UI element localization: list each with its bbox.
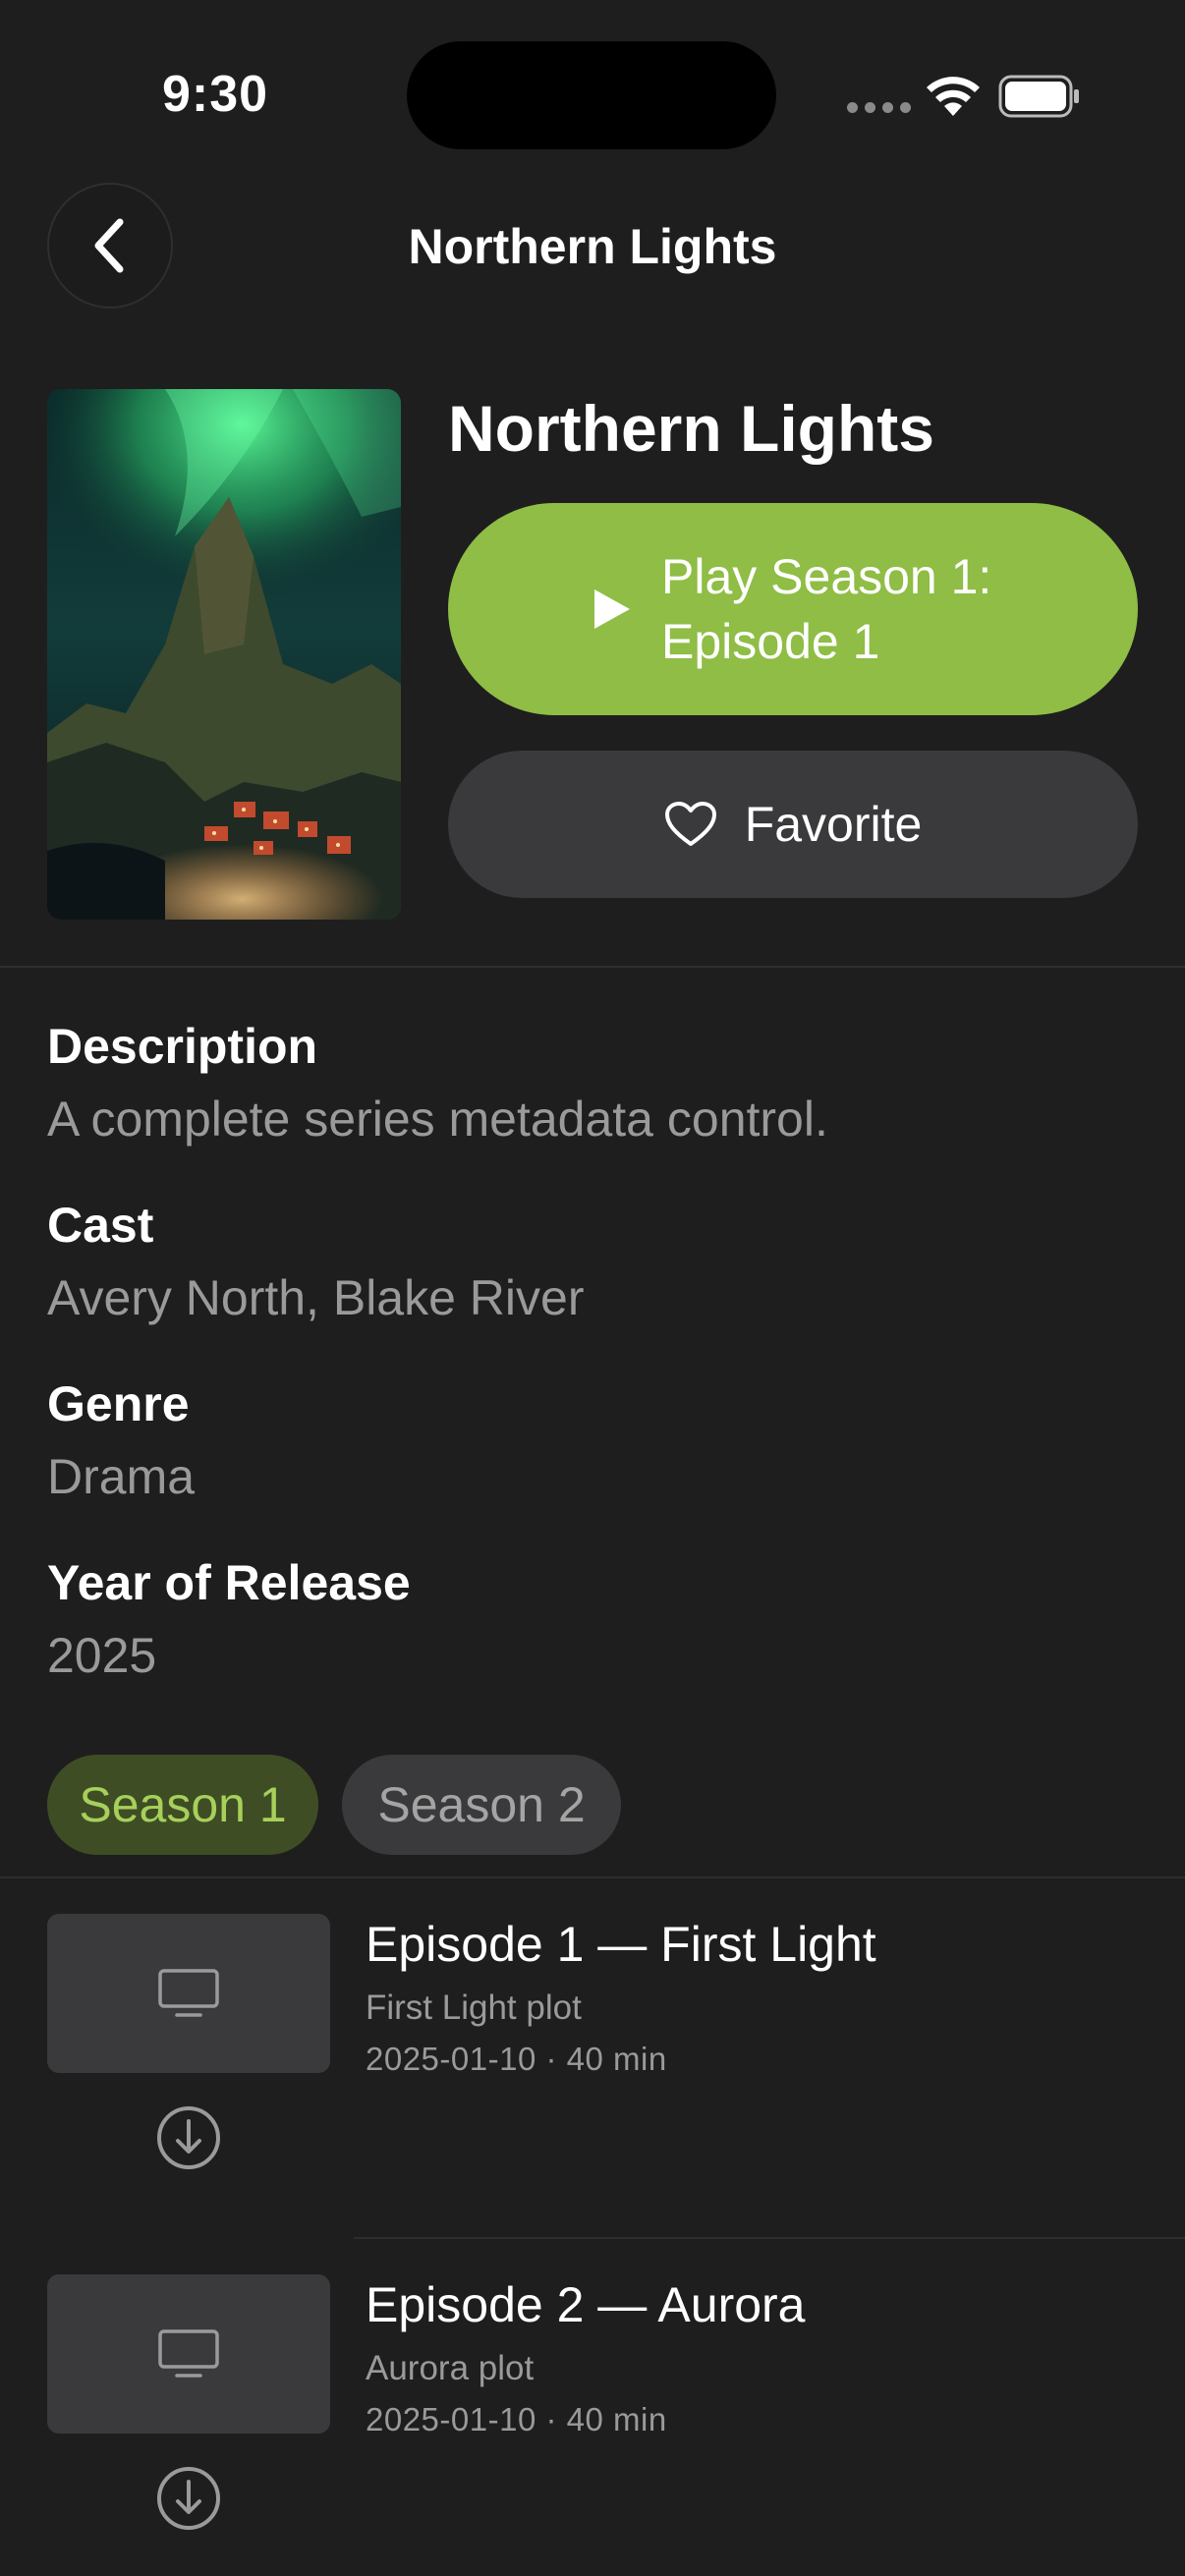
play-button-label: Play Season 1: Episode 1 [661,549,992,669]
play-button[interactable]: Play Season 1: Episode 1 [448,503,1138,715]
show-poster [47,389,401,920]
divider [0,966,1185,968]
episode-thumbnail[interactable] [47,1914,330,2073]
battery-icon [998,75,1079,118]
genre-label: Genre [47,1376,190,1431]
year-label: Year of Release [47,1555,411,1610]
episode-plot: First Light plot [366,1988,582,2027]
tab-season-1[interactable]: Season 1 [47,1755,318,1855]
play-icon [594,589,630,629]
episode-plot: Aurora plot [366,2349,535,2387]
download-icon[interactable] [155,2104,222,2171]
favorite-button-label: Favorite [744,797,923,852]
episode-meta: 2025-01-10 · 40 min [366,2041,667,2077]
year-value: 2025 [47,1628,157,1683]
divider [0,1876,1185,1878]
episode-meta: 2025-01-10 · 40 min [366,2401,667,2437]
tab-season-2[interactable]: Season 2 [342,1755,621,1855]
episode-title[interactable]: Episode 2 — Aurora [366,2276,806,2333]
download-icon[interactable] [155,2465,222,2532]
description-label: Description [47,1019,318,1074]
tv-icon [158,2329,219,2378]
episode-separator [354,2237,1185,2239]
cast-label: Cast [47,1198,154,1253]
description-value: A complete series metadata control. [47,1092,828,1147]
favorite-button[interactable]: Favorite [448,751,1138,898]
wifi-icon [927,77,980,116]
dynamic-island [407,41,776,149]
show-title: Northern Lights [448,392,934,465]
genre-value: Drama [47,1449,196,1504]
episode-title[interactable]: Episode 1 — First Light [366,1916,876,1973]
cast-value: Avery North, Blake River [47,1270,585,1325]
status-time: 9:30 [162,66,269,123]
heart-outline-icon [664,802,716,846]
episode-thumbnail[interactable] [47,2274,330,2434]
tv-icon [158,1969,219,2017]
cellular-signal-icon [847,102,911,113]
nav-title: Northern Lights [408,219,777,274]
